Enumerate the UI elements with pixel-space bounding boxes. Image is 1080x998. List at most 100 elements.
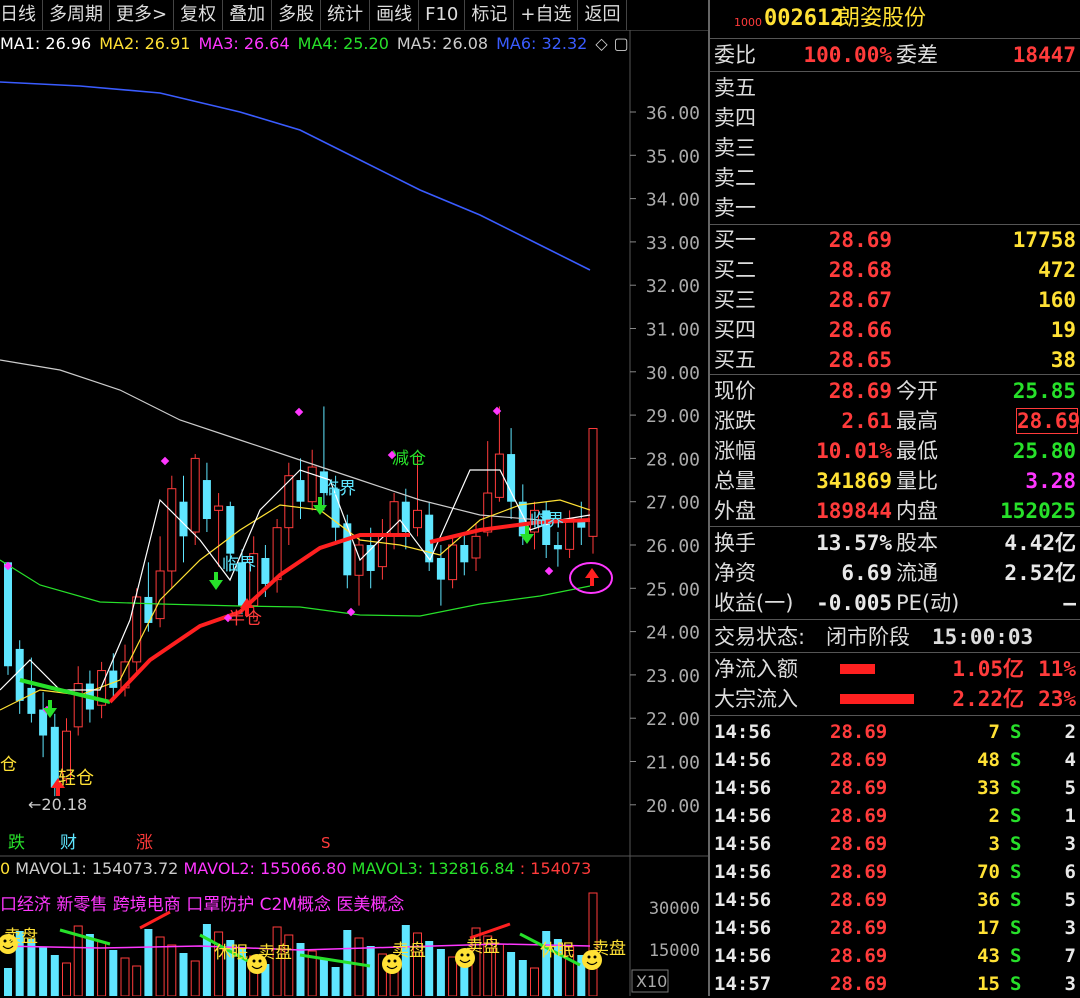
signal-diamond-icon [544,566,554,576]
volume-bar [354,937,364,996]
critical-label: 临界 [322,479,356,499]
fundamental-value: 2.52亿 [1004,561,1076,585]
low-price-label: ←20.18 [28,795,87,814]
volume-bar [39,947,48,996]
quote-label: 最低 [896,439,938,463]
tick-count: 4 [1064,749,1076,771]
tick-volume: 33 [977,777,1000,799]
tick-row: 14:56 28.69 36 S 5 [710,886,1080,914]
tick-row: 14:56 28.69 48 S 4 [710,746,1080,774]
fundamental-label: PE(动) [896,591,960,615]
volume-marker-label: 卖盘 [258,943,292,963]
fundamental-value: 6.69 [841,561,892,585]
price-axis-label: 34.00 [646,190,700,211]
sell-level-label: 卖二 [714,166,756,190]
ma1-line [0,469,591,691]
price-axis-label: 21.00 [646,753,700,774]
legend-box-icon[interactable]: ▢ [614,34,629,53]
quote-label: 涨幅 [714,439,756,463]
tick-side: S [1010,889,1022,911]
flow-amount: 2.22亿 [952,687,1024,711]
quote-row: 现价 28.69 今开 25.85 [710,376,1080,406]
volume-marker-label: 休眠 [214,943,248,963]
fall-event-icon: 跌 [8,833,25,853]
candle-body [155,570,165,620]
candle-body [190,457,200,533]
candle-body [565,518,575,550]
tick-time: 14:56 [714,805,772,827]
kline-chart[interactable]: 36.00 35.00 34.00 33.00 32.00 31.00 30.00 29.00… [0,0,708,996]
fundamental-label: 流通 [896,561,938,585]
order-diff-value: 18447 [1012,43,1076,67]
tick-time: 14:56 [714,917,772,939]
volume-legend-mavol1: MAVOL1: 154073.72 [15,859,183,878]
signal-diamond-icon [160,456,170,466]
quote-label: 外盘 [714,499,756,523]
tick-count: 3 [1064,973,1076,995]
volume-marker-label: 卖盘 [466,937,500,957]
sell-level-label: 卖一 [714,196,756,220]
order-ratio-row: 委比 100.00% 委差 18447 [710,40,1080,70]
volume-bar [507,952,516,996]
order-ratio-value: 100.00% [803,43,892,67]
tick-count: 7 [1064,945,1076,967]
sell-arrow-icon [209,572,223,590]
tick-row: 14:57 28.69 15 S 3 [710,970,1080,998]
buy-level-label: 买三 [714,288,756,312]
tick-price: 28.69 [830,805,888,827]
tick-count: 1 [1064,805,1076,827]
flow-amount: 1.05亿 [952,657,1024,681]
sell-level-row: 卖二 [710,163,1080,193]
volume-bar [190,960,200,996]
tick-count: 5 [1064,889,1076,911]
volume-bar [530,967,539,996]
volume-bar [167,944,177,996]
buy-level-label: 买一 [714,228,756,252]
buy-level-volume: 17758 [1012,228,1076,252]
quote-row: 总量 341869 量比 3.28 [710,466,1080,496]
candle-body [202,480,211,520]
buy-level-price: 28.65 [828,348,892,372]
tick-price: 28.69 [830,861,888,883]
volume-axis-label: 30000 [649,899,700,919]
tick-time: 14:56 [714,833,772,855]
quote-label: 内盘 [896,499,938,523]
legend-diamond-icon[interactable]: ◇ [595,34,607,53]
ma-legend-item-2: MA2: 26.91 [99,34,191,53]
volume-legend-mavol2: MAVOL2: 155066.80 [183,859,351,878]
quote-label: 最高 [896,409,938,433]
quote-value: 25.85 [1012,379,1076,403]
volume-trend-green [59,928,111,946]
volume-bar [144,929,153,996]
volume-bar [331,967,340,996]
ma-legend-item-5: MA5: 26.08 [396,34,489,53]
tick-side: S [1010,973,1022,995]
quote-value: 10.01% [816,439,892,463]
volume-bar [214,931,224,996]
price-axis-label: 30.00 [646,363,700,384]
candle-body [553,545,562,550]
candle-body [261,557,270,584]
tick-row: 14:56 28.69 43 S 7 [710,942,1080,970]
quote-row: 涨跌 2.61 最高 28.69 [710,406,1080,436]
volume-bar [50,955,59,996]
volume-bar [120,957,130,996]
ma-legend-item-3: MA3: 26.64 [198,34,290,53]
trade-status: 闭市阶段 [826,625,910,649]
code-prefix: 1000 [734,16,762,29]
position-label: 仓 [0,755,17,775]
quote-value: 189844 [816,499,892,523]
candle-body [436,557,445,580]
ma-legend: MA1: 26.96 MA2: 26.91 MA3: 26.64 MA4: 25.20… [0,34,637,56]
tick-side: S [1010,805,1022,827]
fundamental-value: -0.005 [816,591,892,615]
candle-body [39,709,48,736]
candle-body [15,648,24,701]
ma2-line [0,499,591,711]
tick-price: 28.69 [830,917,888,939]
price-axis-label: 20.00 [646,796,700,817]
volume-legend-mavol4: : 154073 [520,859,592,878]
tick-row: 14:56 28.69 70 S 6 [710,858,1080,886]
finance-event-icon: 财 [60,833,77,853]
buy-arrow-icon [585,568,599,586]
